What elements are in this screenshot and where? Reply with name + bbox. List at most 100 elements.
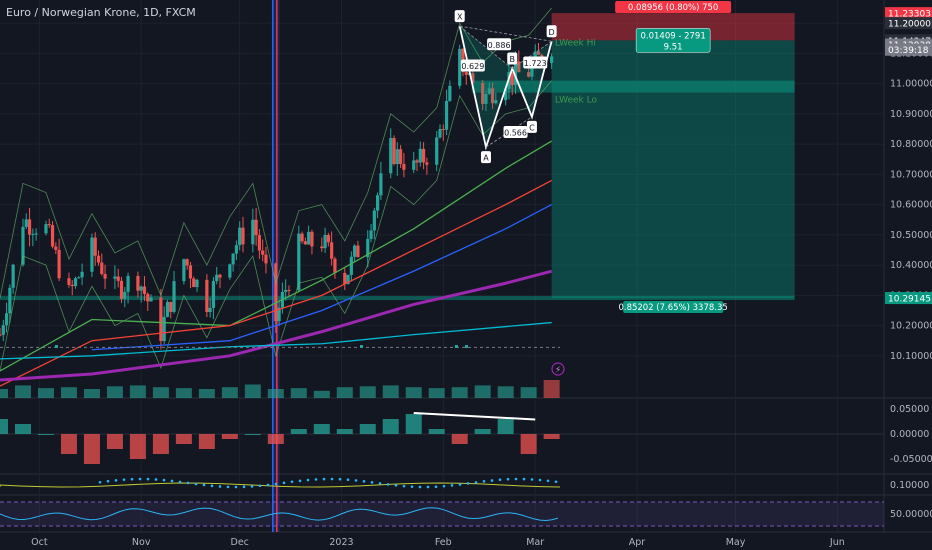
candle-body [172,281,176,312]
indicator-dot [138,477,142,481]
indicator-dot [202,483,206,487]
price-axis[interactable]: 10.1000010.2000010.3000010.4000010.50000… [885,7,932,520]
time-tick: Jun [829,537,845,548]
volume-bar [152,387,169,398]
candle-body [159,297,163,342]
osc-bar [474,429,491,434]
candle-body [300,233,304,242]
indicator-dot [170,479,174,483]
pattern-point-d: D [549,28,555,37]
pattern-point-x: X [457,13,463,22]
indicator-dot [162,478,166,482]
indicator-dot [498,478,502,482]
entry-label-line1: 0.01409 - 2791 [641,31,706,41]
candle-body [11,264,15,288]
target-zone [551,40,795,299]
candle-body [303,241,307,245]
signal-dot [455,345,458,348]
osc-bar [428,429,445,434]
candle-body [24,219,28,227]
candle-body [142,286,147,294]
time-axis[interactable]: Oct Nov Dec 2023 Feb Mar Apr May Jun [0,533,932,550]
indicator-dot [546,479,550,483]
candle-body [123,291,127,299]
price-tick: 10.10000 [890,351,932,362]
candle-body [4,313,9,326]
indicator-dot [386,483,390,486]
indicator-dot [370,481,374,484]
volume-bar [83,389,100,398]
volume-bar [451,387,468,398]
indicator-dot [506,477,510,481]
volume-bar [428,388,445,398]
candle-body [376,195,380,211]
indicator-dot [226,485,230,489]
indicator-dot [410,485,414,488]
candle-body [188,265,193,279]
candle-body [44,224,48,234]
time-tick: Apr [629,537,646,548]
time-tick: Feb [435,537,452,548]
osc-bar [382,419,399,434]
candle-body [330,242,334,259]
indicator-dot [122,478,126,481]
osc-bar [221,434,238,439]
indicator-dot [450,484,454,487]
candle-body [195,279,199,288]
indicator-dot [466,482,470,485]
candle-body [241,227,245,245]
candle-body [50,225,55,247]
candle-body [218,274,222,278]
stop-label: 0.08956 (0.80%) 750 [628,3,718,13]
candle-body [257,235,262,251]
price-tick: 10.90000 [890,109,932,120]
candle-body [34,233,38,235]
candle-body [27,219,32,235]
candle-body [395,149,399,165]
candle-body [8,287,12,314]
volume-bar [129,385,146,398]
indicator-dot [426,485,430,489]
volume-bar [244,384,261,398]
indicator-dot [338,477,342,481]
indicator-dot [234,485,238,489]
candle-body [215,274,219,282]
indicator-dot [522,477,526,481]
price-tick: 10.60000 [890,200,932,211]
pattern-triangle-bcd [512,41,552,117]
time-tick: Mar [526,537,544,548]
candle-body [47,224,51,226]
indicator-dot [330,477,334,481]
time-tick: May [726,537,746,548]
volume-bar [60,387,77,398]
price-label: 11.20000 [888,20,931,30]
chart-canvas[interactable]: LWeek Hi LWeek Lo X A B C D 0.629 0.886 1.723 0.5… [0,0,932,550]
indicator-dot [250,485,254,488]
candle-body [93,237,97,256]
candle-body [464,72,468,75]
candle-body [307,231,311,245]
indicator-dot [130,477,134,481]
osc-bar [451,434,468,444]
indicator-dot [322,477,326,481]
osc-bar [497,419,514,434]
candle-body [31,233,35,235]
volume-bar [382,385,399,398]
time-tick: Oct [31,537,48,548]
candle-body [287,289,291,291]
level-label-week-hi: LWeek Hi [555,38,596,48]
osc-bar [359,424,376,434]
candle-body [415,160,419,163]
osc-trendline [413,412,536,421]
osc-bar [60,434,77,454]
indicator-dot [218,485,222,488]
alert-icon-glyph: ⚡ [555,366,561,376]
volume-bar [543,380,560,398]
entry-label-line2: 9.51 [664,42,683,52]
osc-tick: -0.05000 [890,454,932,465]
osc-bar [83,434,100,464]
candle-body [211,281,216,308]
volume-bar [14,385,31,398]
candle-body [333,258,337,273]
indicator-dot [402,484,406,488]
